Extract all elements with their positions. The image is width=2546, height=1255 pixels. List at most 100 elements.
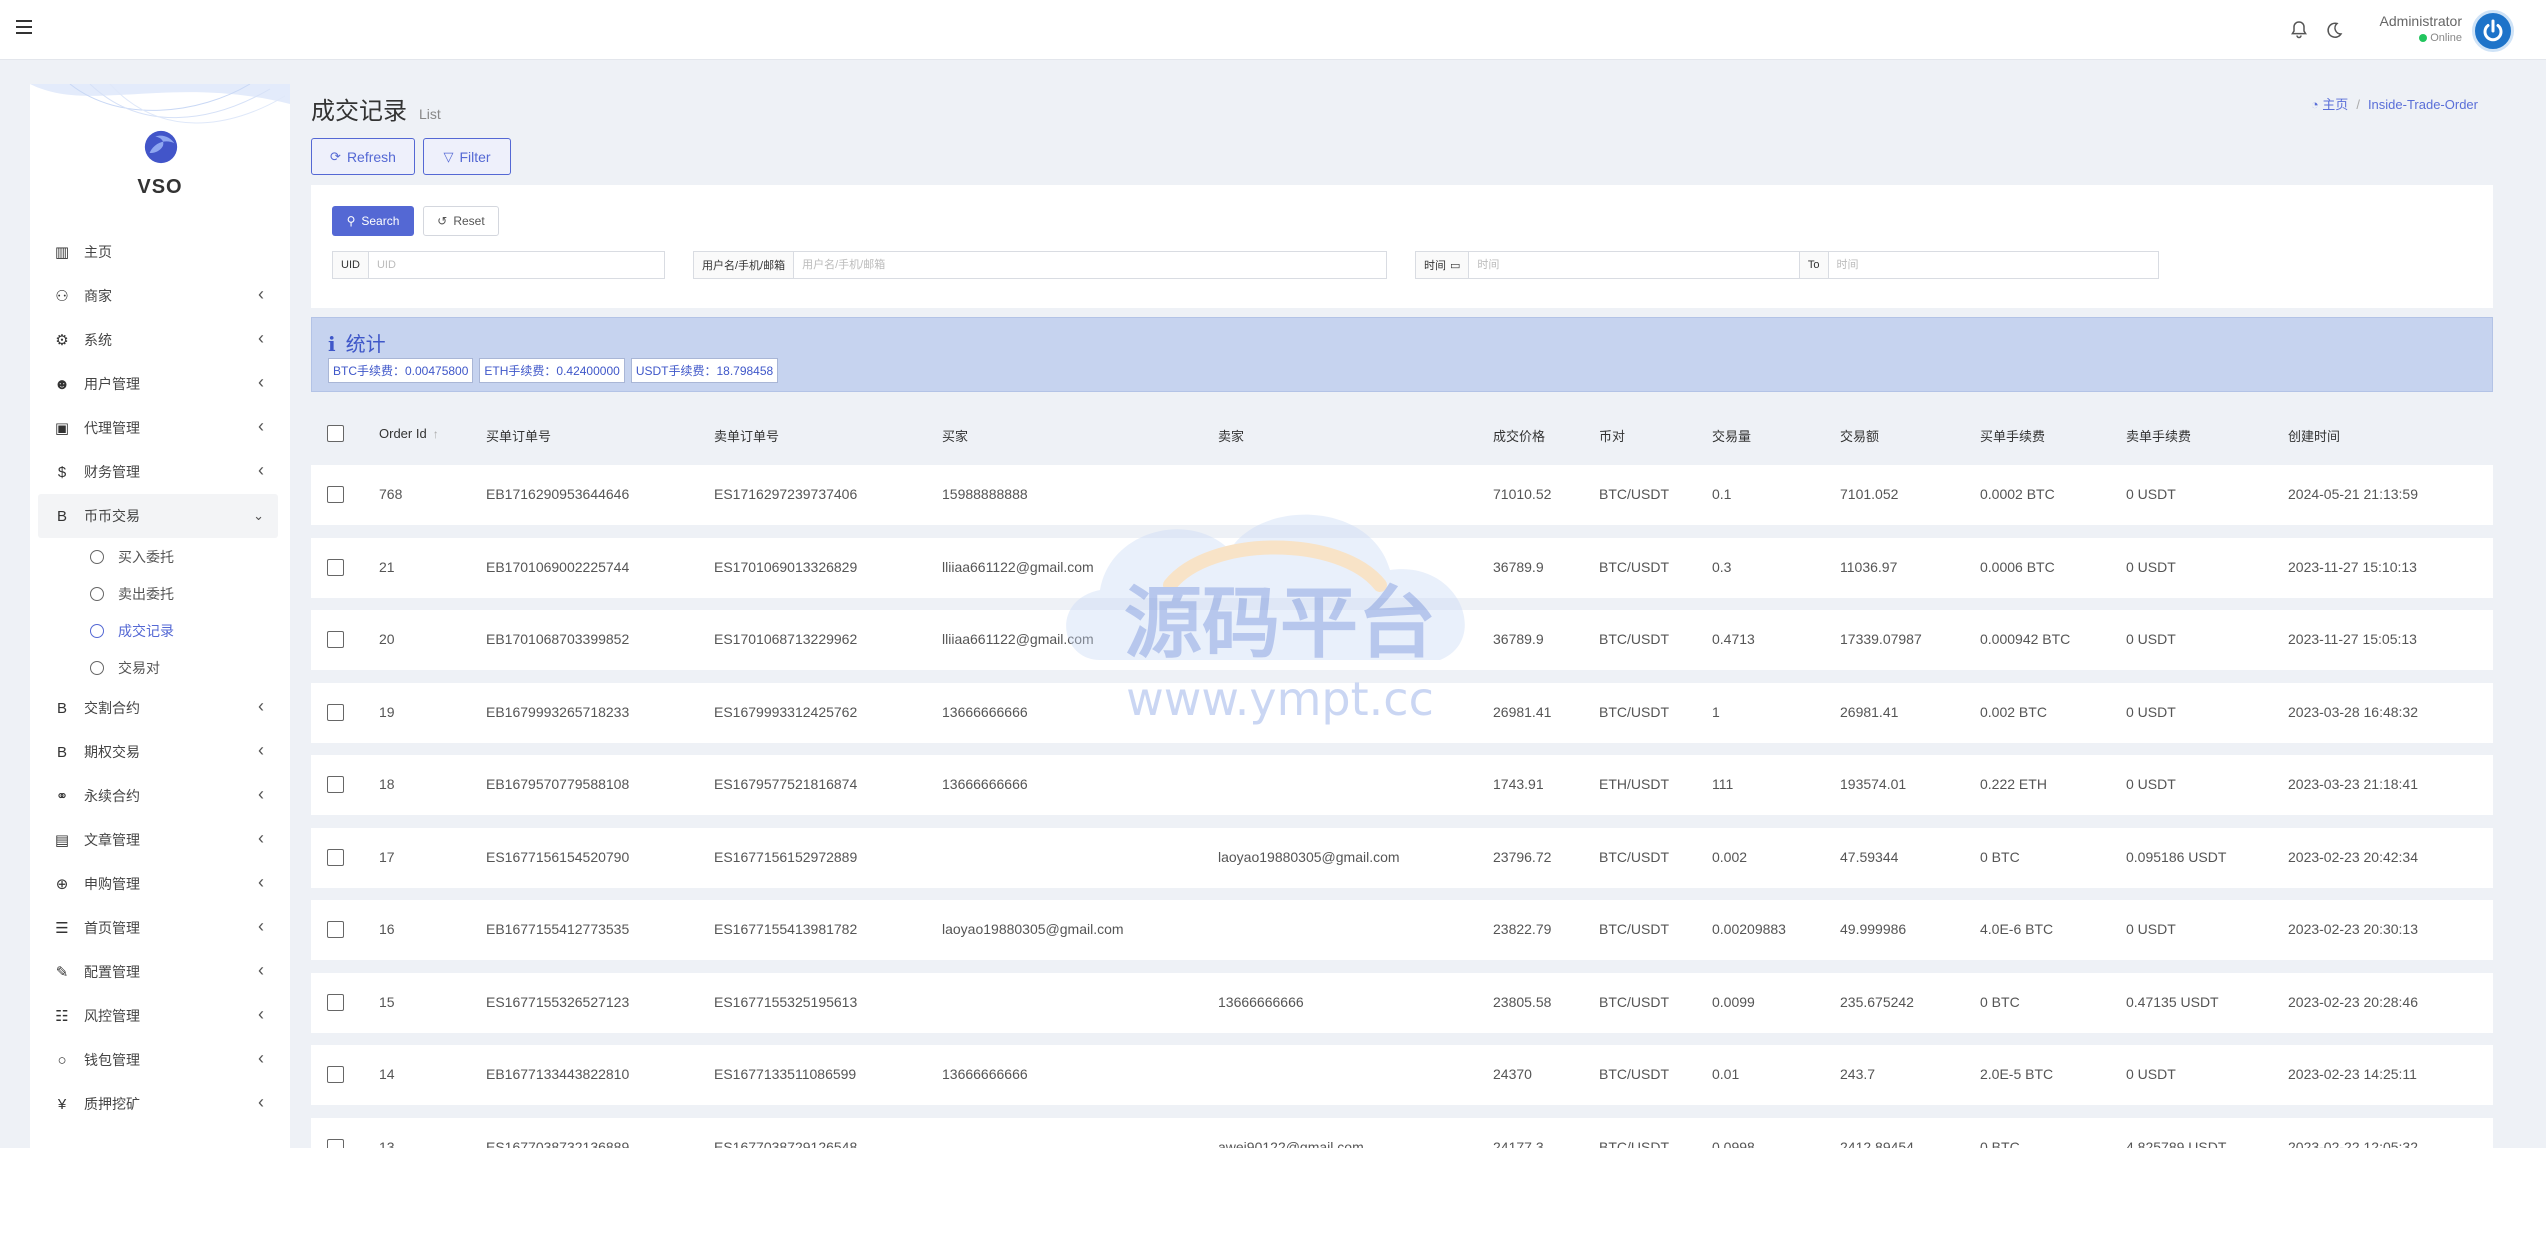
table-cell: 2023-11-27 15:10:13 bbox=[2288, 558, 2417, 575]
table-row[interactable]: 768 EB1716290953644646 ES1716297239737406 1… bbox=[311, 465, 2493, 525]
sidebar-item[interactable]: $ 财务管理 ‹ bbox=[38, 450, 278, 494]
calendar-icon: ▭ bbox=[1450, 259, 1461, 272]
row-checkbox[interactable] bbox=[327, 558, 344, 576]
user-input[interactable] bbox=[794, 252, 1386, 278]
row-checkbox[interactable] bbox=[327, 921, 344, 938]
sidebar-subitem[interactable]: 交易对 bbox=[38, 649, 278, 686]
table-cell: 49.999986 bbox=[1840, 921, 1907, 937]
table-row[interactable]: 16 EB1677155412773535 ES1677155413981782 la… bbox=[311, 900, 2493, 960]
table-cell: 15988888888 bbox=[942, 486, 1028, 502]
filter-button[interactable]: ▽ Filter bbox=[423, 138, 511, 175]
time-end-input[interactable] bbox=[1828, 252, 2158, 278]
user-label: 用户名/手机/邮箱 bbox=[694, 252, 795, 278]
sidebar-subitem[interactable]: 买入委托 bbox=[38, 538, 278, 575]
row-checkbox[interactable] bbox=[327, 486, 344, 503]
sidebar-item[interactable]: ⚭ 永续合约 ‹ bbox=[38, 774, 278, 818]
table-cell: EB1701068703399852 bbox=[486, 631, 630, 647]
table-cell: 0 USDT bbox=[2126, 703, 2176, 720]
table-cell: BTC/USDT bbox=[1599, 703, 1669, 720]
column-header: 卖家 bbox=[1218, 429, 1245, 444]
sidebar-subitem[interactable]: 成交记录 bbox=[38, 612, 278, 649]
avatar[interactable] bbox=[2472, 10, 2514, 52]
row-checkbox[interactable] bbox=[327, 1138, 344, 1148]
table-row[interactable]: 13 ES1677038732136889 ES1677038729126548 aw… bbox=[311, 1117, 2493, 1149]
reset-button[interactable]: ↺ Reset bbox=[423, 206, 499, 236]
sidebar-item[interactable]: ✎ 配置管理 ‹ bbox=[38, 950, 278, 994]
stats-title: i 统计 bbox=[328, 332, 386, 356]
row-checkbox[interactable] bbox=[327, 848, 344, 866]
row-checkbox[interactable] bbox=[327, 776, 344, 793]
table-header: Order Id ↑ 买单订单号 卖单订单号 买家 卖家 成交价格 币对 交易量 交易额 买单手续费… bbox=[311, 410, 2493, 456]
table-cell: 23805.58 bbox=[1493, 993, 1552, 1010]
sidebar-item[interactable]: ☻ 用户管理 ‹ bbox=[38, 362, 278, 406]
table-cell: 768 bbox=[379, 486, 403, 502]
column-header[interactable]: Order Id ↑ bbox=[379, 426, 439, 441]
table-cell: 11036.97 bbox=[1840, 558, 1898, 575]
sidebar-item[interactable]: B 期权交易 ‹ bbox=[38, 730, 278, 774]
search-button[interactable]: ⚲ Search bbox=[332, 206, 414, 236]
circle-icon: ○ bbox=[57, 1051, 67, 1069]
sidebar-item[interactable]: ⚙ 系统 ‹ bbox=[38, 318, 278, 362]
brand-name: VSO bbox=[137, 176, 183, 198]
table-cell: 2023-03-28 16:48:32 bbox=[2288, 703, 2418, 720]
sidebar-item[interactable]: ¥ 质押挖矿 ‹ bbox=[38, 1082, 278, 1126]
globe-icon: ⊕ bbox=[55, 876, 69, 893]
row-checkbox[interactable] bbox=[327, 703, 344, 721]
row-checkbox[interactable] bbox=[327, 993, 344, 1011]
sidebar-subitem[interactable]: 卖出委托 bbox=[38, 575, 278, 612]
refresh-button[interactable]: ⟳ Refresh bbox=[311, 138, 415, 175]
circle-icon bbox=[90, 660, 104, 675]
table-cell: 23796.72 bbox=[1493, 848, 1552, 865]
table-cell: lliiaa661122@gmail.com bbox=[942, 631, 1094, 647]
row-checkbox[interactable] bbox=[327, 1066, 344, 1083]
sidebar-item[interactable]: ☰ 首页管理 ‹ bbox=[38, 906, 278, 950]
table-row[interactable]: 20 EB1701068703399852 ES1701068713229962 ll… bbox=[311, 610, 2493, 670]
user-info[interactable]: Administrator Online bbox=[2380, 13, 2462, 44]
table-row[interactable]: 18 EB1679570779588108 ES1679577521816874 13… bbox=[311, 755, 2493, 815]
table-cell: ES1679577521816874 bbox=[714, 776, 858, 792]
sidebar-item[interactable]: B 交割合约 ‹ bbox=[38, 686, 278, 730]
row-checkbox[interactable] bbox=[327, 631, 344, 648]
sidebar-item[interactable]: ○ 钱包管理 ‹ bbox=[38, 1038, 278, 1082]
table-cell: ES1677155413981782 bbox=[714, 921, 858, 937]
uid-input[interactable] bbox=[368, 252, 664, 278]
user-name: Administrator bbox=[2379, 13, 2462, 29]
table-row[interactable]: 21 EB1701069002225744 ES1701069013326829 ll… bbox=[311, 537, 2493, 598]
table-cell: 0 USDT bbox=[2126, 921, 2176, 937]
column-header: 币对 bbox=[1599, 429, 1626, 444]
table-cell: 0.222 ETH bbox=[1980, 776, 2047, 792]
table-cell: 2412.89454 bbox=[1840, 1138, 1914, 1149]
sidebar-item[interactable]: B 币币交易 ⌄ bbox=[38, 494, 278, 538]
table-row[interactable]: 15 ES1677155326527123 ES1677155325195613 13… bbox=[311, 972, 2493, 1033]
table-cell: BTC/USDT bbox=[1599, 921, 1669, 937]
chevron-left-icon: ‹ bbox=[258, 1048, 264, 1068]
uid-field: UID bbox=[332, 251, 665, 279]
moon-icon[interactable] bbox=[2323, 20, 2345, 42]
table-cell: ES1677038729126548 bbox=[714, 1138, 858, 1149]
sort-up-icon[interactable]: ↑ bbox=[433, 427, 439, 441]
chevron-left-icon: ‹ bbox=[258, 416, 264, 436]
bell-icon[interactable] bbox=[2288, 20, 2310, 42]
breadcrumb-home[interactable]: ◔ 主页 bbox=[2311, 97, 2349, 112]
sidebar-item[interactable]: ☷ 风控管理 ‹ bbox=[38, 994, 278, 1038]
sidebar-item[interactable]: ▥ 主页 bbox=[38, 230, 278, 274]
sidebar-item[interactable]: ▤ 文章管理 ‹ bbox=[38, 818, 278, 862]
sidebar-item[interactable]: ⚇ 商家 ‹ bbox=[38, 274, 278, 318]
stats-panel: i 统计 BTC手续费：0.00475800 ETH手续费：0.42400000 US… bbox=[311, 317, 2493, 392]
refresh-icon: ⟳ bbox=[330, 148, 341, 164]
sidebar-item[interactable]: ▣ 代理管理 ‹ bbox=[38, 406, 278, 450]
table-cell: 24177.3 bbox=[1493, 1138, 1544, 1149]
table-row[interactable]: 19 EB1679993265718233 ES1679993312425762 13… bbox=[311, 682, 2493, 743]
table-cell: 18 bbox=[379, 776, 395, 792]
hamburger-menu-icon[interactable] bbox=[16, 20, 32, 34]
sidebar-item[interactable]: ⊕ 申购管理 ‹ bbox=[38, 862, 278, 906]
time-start-input[interactable] bbox=[1469, 252, 1799, 278]
select-all-checkbox[interactable] bbox=[327, 425, 344, 442]
table-cell: awei90122@gmail.com bbox=[1218, 1138, 1364, 1149]
table-list-icon: ☷ bbox=[55, 1008, 69, 1025]
table-row[interactable]: 17 ES1677156154520790 ES1677156152972889 la… bbox=[311, 827, 2493, 888]
table-row[interactable]: 14 EB1677133443822810 ES1677133511086599 13… bbox=[311, 1045, 2493, 1105]
bitcoin-icon: B bbox=[56, 743, 67, 761]
chart-bar-icon: ▥ bbox=[54, 244, 70, 261]
table-cell: 0.000942 BTC bbox=[1980, 631, 2071, 647]
